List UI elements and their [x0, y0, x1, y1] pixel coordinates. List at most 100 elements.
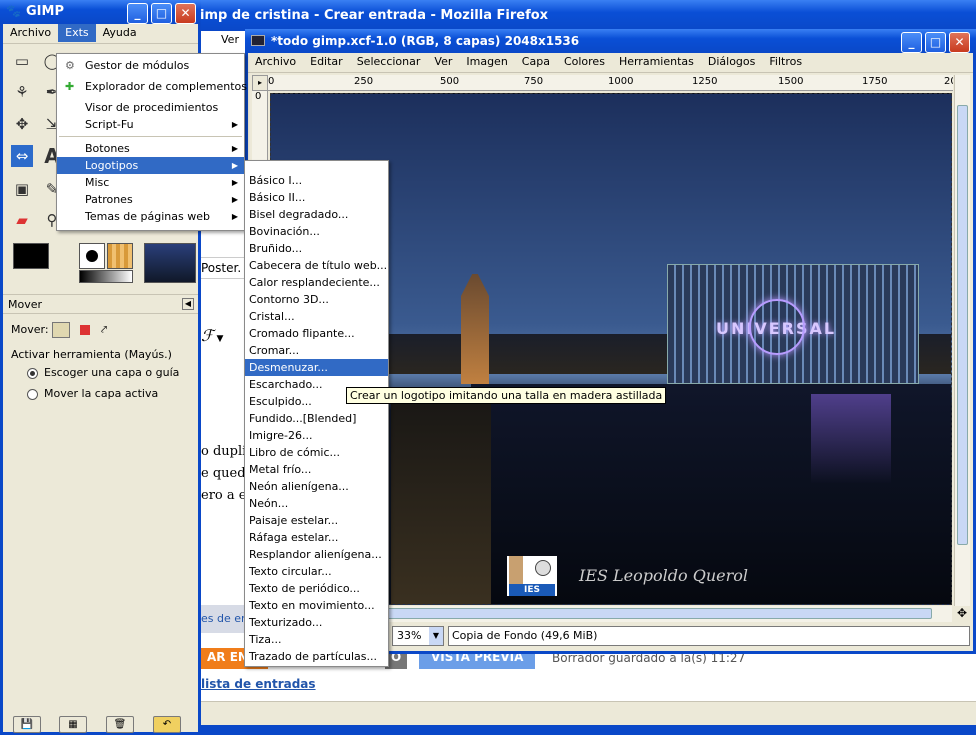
post-body-text[interactable]: o dupli e qued ero a e — [201, 441, 246, 507]
reset-options-button[interactable]: ↶ — [153, 716, 181, 733]
chevron-down-icon[interactable]: ▼ — [214, 334, 223, 344]
minimize-button[interactable]: _ — [127, 3, 148, 24]
menu-editar[interactable]: Editar — [303, 53, 350, 71]
ies-logo-text: IES — [509, 584, 555, 596]
menu-ver[interactable]: Ver — [427, 53, 459, 71]
move-tool-icon[interactable]: ✥ — [11, 113, 33, 135]
logo-item[interactable]: Cabecera de título web... — [245, 257, 388, 274]
logo-item[interactable]: Básico I... — [245, 172, 388, 189]
menu-item-botones[interactable]: Botones ▶ — [57, 140, 244, 157]
logo-item[interactable]: Paisaje estelar... — [245, 512, 388, 529]
menu-item-plugin-browser[interactable]: ✚ Explorador de complementos — [57, 78, 247, 95]
minimize-button[interactable]: _ — [901, 32, 922, 53]
ruler-corner-button[interactable]: ▸ — [252, 75, 268, 91]
logo-item[interactable]: Resplandor alienígena... — [245, 546, 388, 563]
logo-item[interactable]: Tiza... — [245, 631, 388, 648]
menu-item-misc[interactable]: Misc ▶ — [57, 174, 244, 191]
scrollbar-thumb[interactable] — [957, 105, 968, 545]
logo-item[interactable]: Trazado de partículas... — [245, 648, 388, 665]
vertical-scrollbar[interactable] — [954, 75, 970, 606]
rect-select-icon[interactable]: ▭ — [11, 50, 33, 72]
menu-item-temas-web[interactable]: Temas de páginas web ▶ — [57, 208, 244, 225]
navigate-icon[interactable]: ✥ — [954, 606, 970, 622]
move-layer-mode-icon[interactable] — [52, 322, 71, 338]
menu-archivo[interactable]: Archivo — [3, 24, 58, 42]
gimp-title: GIMP — [26, 4, 64, 19]
logo-item[interactable]: Texto en movimiento... — [245, 597, 388, 614]
logo-item[interactable]: Bruñido... — [245, 240, 388, 257]
bucket-fill-icon[interactable]: ▣ — [11, 178, 33, 200]
menu-item-script-fu[interactable]: Script-Fu ▶ — [57, 116, 244, 133]
move-path-mode-icon[interactable]: ⤤ — [101, 323, 107, 337]
gradient-preview[interactable] — [79, 270, 133, 283]
logo-item[interactable]: Cristal... — [245, 308, 388, 325]
firefox-titlebar[interactable]: imp de cristina - Crear entrada - Mozill… — [195, 0, 976, 31]
menu-filtros[interactable]: Filtros — [762, 53, 809, 71]
fuzzy-select-icon[interactable]: ⚘ — [11, 81, 33, 103]
logo-item[interactable]: Bovinación... — [245, 223, 388, 240]
logo-item[interactable]: Contorno 3D... — [245, 291, 388, 308]
pattern-preview[interactable] — [107, 243, 133, 269]
maximize-button[interactable]: □ — [925, 32, 946, 53]
radio-pick-layer[interactable]: Escoger una capa o guía — [27, 366, 179, 379]
radio-button[interactable] — [27, 367, 38, 379]
brush-preview[interactable] — [79, 243, 105, 269]
logo-item[interactable]: Neón... — [245, 495, 388, 512]
image-thumbnail[interactable] — [144, 243, 196, 283]
logo-item[interactable]: Libro de cómic... — [245, 444, 388, 461]
globe-icon — [749, 299, 805, 355]
vruler-label: 0 — [255, 91, 262, 102]
eraser-icon[interactable]: ▰ — [11, 209, 33, 231]
maximize-button[interactable]: □ — [151, 3, 172, 24]
logo-item[interactable]: Imigre-26... — [245, 427, 388, 444]
menu-item-procedure-browser[interactable]: Visor de procedimientos — [57, 99, 244, 116]
menu-colores[interactable]: Colores — [557, 53, 612, 71]
logo-item[interactable]: Texto de periódico... — [245, 580, 388, 597]
entries-list-link[interactable]: lista de entradas — [201, 677, 316, 691]
logo-item[interactable]: Metal frío... — [245, 461, 388, 478]
restore-options-button[interactable]: ▦ — [59, 716, 87, 733]
gimp-titlebar[interactable]: 🐾 GIMP _ □ ✕ — [0, 0, 201, 24]
close-button[interactable]: ✕ — [175, 3, 196, 24]
menu-item-module-manager[interactable]: ⚙ Gestor de módulos — [57, 57, 244, 74]
post-text-line: e qued — [201, 466, 246, 481]
menu-ayuda[interactable]: Ayuda — [96, 24, 144, 42]
logo-item[interactable]: Básico II... — [245, 189, 388, 206]
logo-item[interactable]: Texturizado... — [245, 614, 388, 631]
logo-item[interactable]: Cromado flipante... — [245, 325, 388, 342]
image-window-titlebar[interactable]: *todo gimp.xcf-1.0 (RGB, 8 capas) 2048x1… — [245, 29, 976, 53]
logo-item[interactable]: Texto circular... — [245, 563, 388, 580]
logo-item[interactable]: Ráfaga estelar... — [245, 529, 388, 546]
panel-menu-icon[interactable]: ◀ — [182, 298, 194, 310]
logo-item-highlighted[interactable]: Desmenuzar... — [245, 359, 388, 376]
logo-item[interactable]: Calor resplandeciente... — [245, 274, 388, 291]
menu-imagen[interactable]: Imagen — [459, 53, 514, 71]
horizontal-ruler[interactable]: 0 250 500 750 1000 1250 1500 1750 20 — [268, 75, 953, 91]
menu-herramientas[interactable]: Herramientas — [612, 53, 701, 71]
save-options-button[interactable]: 💾 — [13, 716, 41, 733]
puzzle-icon: ✚ — [65, 80, 75, 93]
logo-item[interactable]: Bisel degradado... — [245, 206, 388, 223]
flip-icon[interactable]: ⇔ — [11, 145, 33, 167]
menu-item-patrones[interactable]: Patrones ▶ — [57, 191, 244, 208]
radio-button[interactable] — [27, 388, 38, 400]
menu-archivo[interactable]: Archivo — [248, 53, 303, 71]
editor-toolbar-fragment[interactable]: ℱ ▼ — [201, 326, 223, 345]
move-selection-mode-icon[interactable] — [79, 325, 90, 335]
poster-field[interactable]: Poster. — [197, 257, 247, 279]
radio-move-active[interactable]: Mover la capa activa — [27, 387, 158, 400]
menu-dialogos[interactable]: Diálogos — [701, 53, 763, 71]
menu-capa[interactable]: Capa — [515, 53, 557, 71]
chevron-down-icon[interactable]: ▼ — [429, 627, 443, 645]
logo-item[interactable]: Fundido...[Blended] — [245, 410, 388, 427]
logo-item[interactable]: Neón alienígena... — [245, 478, 388, 495]
menu-seleccionar[interactable]: Seleccionar — [350, 53, 428, 71]
logo-item[interactable]: Cromar... — [245, 342, 388, 359]
menu-item-logotipos[interactable]: Logotipos ▶ — [57, 157, 244, 174]
font-icon[interactable]: ℱ — [201, 326, 214, 345]
delete-options-button[interactable]: 🗑 — [106, 716, 134, 733]
zoom-select[interactable]: 33% ▼ — [392, 626, 444, 646]
menu-exts[interactable]: Exts — [58, 24, 96, 42]
close-button[interactable]: ✕ — [949, 32, 970, 53]
foreground-color[interactable] — [13, 243, 49, 269]
